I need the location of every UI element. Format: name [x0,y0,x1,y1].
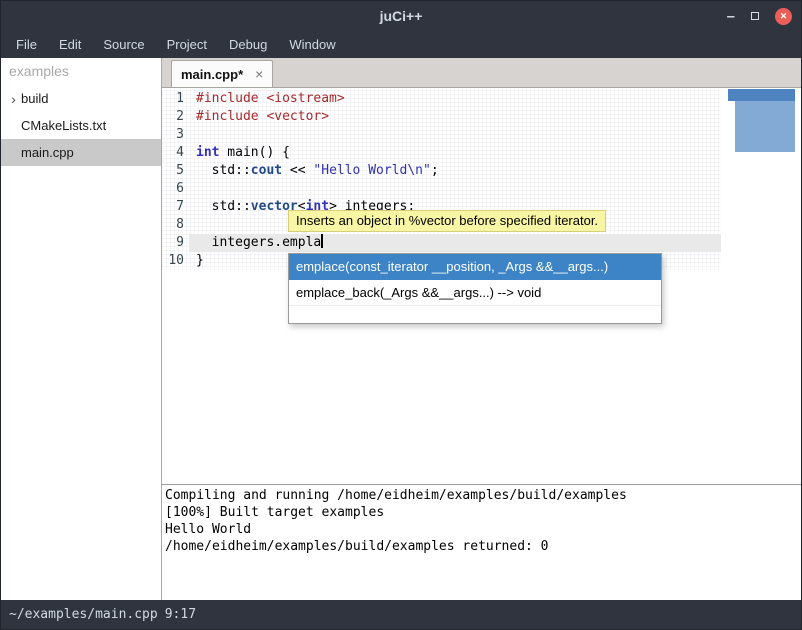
code-text [189,180,721,198]
tree-item-build[interactable]: ›build [1,85,161,112]
completion-item[interactable]: emplace_back(_Args &&__args...) --> void [289,280,661,306]
editor-text-area[interactable]: 1#include <iostream>2#include <vector>34… [162,90,721,270]
tree-item-label: main.cpp [21,145,74,160]
tree-item-main-cpp[interactable]: main.cpp [1,139,161,166]
maximize-icon [751,12,759,20]
window-controls: – ✕ [727,1,792,31]
terminal-line: Hello World [165,521,798,538]
status-cursor-position: 9:17 [165,607,196,622]
code-text: #include <iostream> [189,90,721,108]
status-bar: ~/examples/main.cpp 9:17 [1,600,801,629]
line-number: 6 [162,180,189,198]
editor-line-5[interactable]: 5 std::cout << "Hello World\n"; [162,162,721,180]
tab-label: main.cpp* [181,67,243,82]
editor-line-6[interactable]: 6 [162,180,721,198]
doc-tooltip: Inserts an object in %vector before spec… [288,210,606,232]
tree-item-cmakelists-txt[interactable]: CMakeLists.txt [1,112,161,139]
editor-line-1[interactable]: 1#include <iostream> [162,90,721,108]
editor-overview-map[interactable] [728,89,795,152]
tab-close-icon[interactable]: × [255,66,263,82]
line-number: 7 [162,198,189,216]
tab-main-cpp[interactable]: main.cpp* × [171,60,273,87]
code-text [189,126,721,144]
tree-item-label: CMakeLists.txt [21,118,106,133]
menu-item-edit[interactable]: Edit [48,33,92,56]
code-text: integers.empla [189,234,721,252]
titlebar[interactable]: juCi++ – ✕ [1,1,801,31]
line-number: 5 [162,162,189,180]
overview-band [728,89,795,101]
terminal-line: Compiling and running /home/eidheim/exam… [165,487,798,504]
line-number: 1 [162,90,189,108]
completion-popup: emplace(const_iterator __position, _Args… [288,253,662,324]
close-icon: ✕ [780,11,788,22]
terminal-panel[interactable]: Compiling and running /home/eidheim/exam… [162,484,801,600]
menu-item-project[interactable]: Project [156,33,218,56]
line-number: 4 [162,144,189,162]
maximize-button[interactable] [751,12,759,20]
content-column: main.cpp* × 1#include <iostream>2#includ… [162,58,801,600]
menu-item-window[interactable]: Window [278,33,346,56]
line-number: 10 [162,252,189,270]
tree-item-label: build [21,91,48,106]
editor-line-9[interactable]: 9 integers.empla [162,234,721,252]
editor-line-3[interactable]: 3 [162,126,721,144]
tab-bar: main.cpp* × [162,58,801,88]
terminal-line: /home/eidheim/examples/build/examples re… [165,538,798,555]
sidebar-header: examples [1,58,161,85]
line-number: 2 [162,108,189,126]
line-number: 9 [162,234,189,252]
text-cursor [321,234,323,248]
code-text: #include <vector> [189,108,721,126]
status-file-path: ~/examples/main.cpp [9,607,158,622]
editor[interactable]: 1#include <iostream>2#include <vector>34… [162,88,801,484]
chevron-right-icon[interactable]: › [6,91,21,107]
terminal-line: [100%] Built target examples [165,504,798,521]
line-number: 8 [162,216,189,234]
file-tree: ›build CMakeLists.txt main.cpp [1,85,161,166]
minimize-icon: – [727,8,735,25]
minimize-button[interactable]: – [727,8,735,25]
menu-bar: FileEditSourceProjectDebugWindow [1,31,801,58]
sidebar-file-browser: examples ›build CMakeLists.txt main.cpp [1,58,162,600]
menu-item-file[interactable]: File [5,33,48,56]
completion-item[interactable]: emplace(const_iterator __position, _Args… [289,254,661,280]
editor-line-4[interactable]: 4int main() { [162,144,721,162]
app-window: juCi++ – ✕ FileEditSourceProjectDebugWin… [0,0,802,630]
line-number: 3 [162,126,189,144]
menu-item-source[interactable]: Source [92,33,155,56]
close-button[interactable]: ✕ [775,8,792,25]
overview-slab [735,101,795,152]
main-area: examples ›build CMakeLists.txt main.cpp ma… [1,58,801,600]
code-text: std::cout << "Hello World\n"; [189,162,721,180]
menu-item-debug[interactable]: Debug [218,33,278,56]
window-title: juCi++ [380,8,423,24]
editor-line-2[interactable]: 2#include <vector> [162,108,721,126]
code-text: int main() { [189,144,721,162]
